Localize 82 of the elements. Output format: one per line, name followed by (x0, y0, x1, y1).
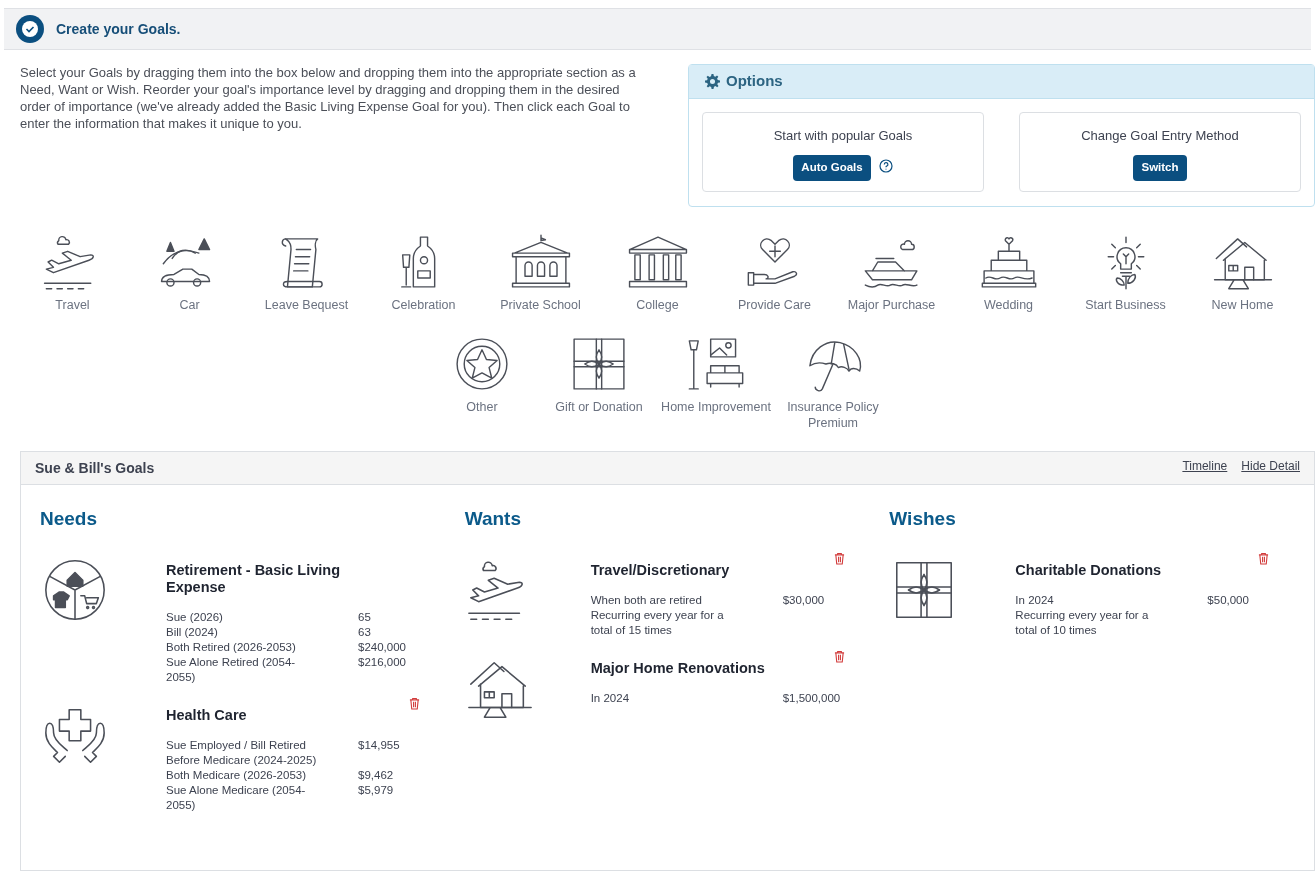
goal-card[interactable]: Health Care Sue Employed / Bill Retired Before Medicare (2024-2025) $14,955 Both Medicare (2026-2053) $9,462 Sue Alone Medicare (2054-2055) $5,979 (40, 690, 465, 813)
detail-value: $14,955 (358, 737, 400, 753)
goal-tile[interactable]: Leave Bequest (248, 233, 365, 313)
goal-label: Start Business (1084, 297, 1167, 313)
goal-tile[interactable]: Major Purchase (833, 233, 950, 313)
goal-label: Major Purchase (846, 297, 937, 313)
goal-tile[interactable]: New Home (1184, 233, 1301, 313)
detail-value: 65 (358, 609, 371, 625)
detail-label: Both Medicare (2026-2053) (166, 767, 307, 783)
option-button[interactable]: Switch (1133, 154, 1187, 181)
detail-label: Sue (2026) (166, 609, 224, 625)
goal-title: Major Home Renovations (590, 659, 766, 677)
option-label: Change Goal Entry Method (1081, 127, 1239, 145)
panel-title: Sue & Bill's Goals (35, 458, 155, 478)
settings-icon (705, 74, 720, 89)
detail-value: 63 (358, 624, 371, 640)
goal-card[interactable]: Charitable Donations In 2024 $50,000 Recurring every year for a total of 10 times (889, 545, 1314, 638)
section-title: Needs (40, 507, 99, 531)
goal-label: Provide Care (737, 297, 812, 313)
goal-tile[interactable]: Wedding (950, 233, 1067, 313)
goal-label: New Home (1210, 297, 1275, 313)
goal-label: Private School (499, 297, 582, 313)
goal-label: Wedding (982, 297, 1035, 313)
goal-label: Gift or Donation (554, 399, 644, 415)
goal-label: Other (465, 399, 499, 415)
trash-icon[interactable] (833, 551, 845, 565)
goal-label: Celebration (390, 297, 457, 313)
goal-label: Insurance Policy Premium (786, 399, 880, 431)
detail-value: $240,000 (358, 639, 406, 655)
goal-tile[interactable]: Home Improvement (657, 335, 775, 431)
option-button[interactable]: Auto Goals (793, 154, 871, 181)
option-label: Start with popular Goals (773, 127, 913, 145)
trash-icon[interactable] (409, 696, 420, 710)
detail-value: $30,000 (782, 592, 825, 608)
goal-tile[interactable]: Other (423, 335, 541, 431)
detail-label: In 2024 (590, 690, 631, 706)
goal-title: Travel/Discretionary (590, 561, 731, 579)
detail-label: Sue Employed / Bill Retired Before Medicare (2024-2025) (166, 737, 318, 768)
goal-title: Retirement - Basic Living Expense (166, 561, 342, 596)
goal-title: Charitable Donations (1015, 561, 1163, 579)
detail-value: $9,462 (358, 767, 394, 783)
goal-tile[interactable]: Gift or Donation (540, 335, 658, 431)
panel-link[interactable]: Timeline (1182, 457, 1228, 475)
instructions-text: Select your Goals by dragging them into the box below and dropping them into the appropriate section as a Need, Want or Wish. Reorder your goal's importance level by dragging and dropping them in the desired order of importance (we've already added the Basic Living Expense Goal for you). Then click each Goal to enter the information that makes it unique to you. (20, 64, 637, 133)
detail-label: In 2024 (1015, 592, 1055, 608)
detail-label: Recurring every year for a total of 10 times (1015, 607, 1150, 638)
goal-card[interactable]: Retirement - Basic Living Expense Sue (2026) 65 Bill (2024) 63 Both Retired (2026-2053) $240,000 Sue Alone Retired (2054-2055) $216,000 (40, 545, 465, 685)
help-icon[interactable] (878, 158, 893, 173)
detail-label: Both Retired (2026-2053) (166, 639, 297, 655)
detail-label: When both are retired (590, 592, 703, 608)
goal-title: Health Care (166, 706, 248, 724)
goal-tile[interactable]: Provide Care (716, 233, 833, 313)
detail-label: Recurring every year for a total of 15 times (590, 607, 725, 638)
goal-tile[interactable]: College (599, 233, 716, 313)
goal-card[interactable]: Major Home Renovations In 2024 $1,500,000 (464, 643, 890, 720)
goal-label: College (635, 297, 680, 313)
goal-tile[interactable]: Start Business (1067, 233, 1184, 313)
goal-card[interactable]: Travel/Discretionary When both are retired $30,000 Recurring every year for a total of 15 times (464, 545, 890, 638)
check-circle-icon (16, 15, 44, 43)
trash-icon[interactable] (1258, 551, 1270, 565)
detail-value: $50,000 (1207, 592, 1249, 608)
goal-label: Car (178, 297, 201, 313)
goal-tile[interactable]: Travel (14, 233, 131, 313)
step-title: Create your Goals. (56, 19, 181, 39)
trash-icon[interactable] (833, 649, 845, 663)
panel-link[interactable]: Hide Detail (1241, 457, 1300, 475)
goal-label: Travel (54, 297, 91, 313)
detail-value: $216,000 (358, 654, 406, 670)
goal-label: Leave Bequest (263, 297, 350, 313)
goal-tile[interactable]: Insurance Policy Premium (774, 335, 892, 431)
goal-tile[interactable]: Celebration (365, 233, 482, 313)
detail-label: Sue Alone Retired (2054-2055) (166, 654, 297, 685)
options-title: Options (726, 71, 783, 92)
detail-value: $5,979 (358, 782, 394, 798)
section-title: Wishes (889, 507, 957, 531)
detail-label: Sue Alone Medicare (2054-2055) (166, 782, 307, 813)
detail-label: Bill (2024) (166, 624, 219, 640)
goal-label: Home Improvement (661, 399, 771, 415)
goal-tile[interactable]: Car (131, 233, 248, 313)
section-title: Wants (464, 507, 522, 531)
detail-value: $1,500,000 (782, 690, 841, 706)
goal-tile[interactable]: Private School (482, 233, 599, 313)
